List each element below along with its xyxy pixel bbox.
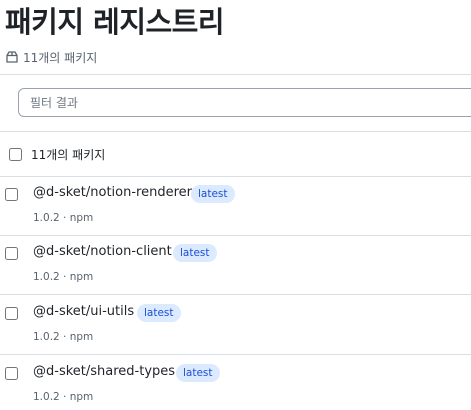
latest-badge: latest bbox=[173, 244, 217, 262]
package-count-text: 11개의 패키지 bbox=[23, 50, 98, 65]
package-checkbox[interactable] bbox=[5, 247, 18, 260]
select-all-checkbox[interactable] bbox=[9, 148, 22, 161]
package-name-link[interactable]: @d-sket/notion-client bbox=[33, 244, 172, 259]
package-meta: 1.0.2 · npm bbox=[33, 331, 94, 343]
latest-badge: latest bbox=[176, 364, 220, 382]
package-registry-page: 패키지 레지스트리 11개의 패키지 11개의 패키지 @d-sket/noti… bbox=[0, 0, 471, 410]
package-meta: 1.0.2 · npm bbox=[33, 271, 94, 283]
package-checkbox[interactable] bbox=[5, 307, 18, 320]
package-checkbox[interactable] bbox=[5, 367, 18, 380]
latest-badge: latest bbox=[191, 185, 235, 203]
package-icon bbox=[5, 50, 19, 64]
divider bbox=[0, 354, 471, 355]
package-meta: 1.0.2 · npm bbox=[33, 391, 94, 403]
package-name-link[interactable]: @d-sket/ui-utils bbox=[33, 304, 134, 319]
page-title: 패키지 레지스트리 bbox=[5, 5, 225, 39]
package-row: @d-sket/notion-renderer latest 1.0.2 · n… bbox=[0, 177, 471, 235]
package-name-link[interactable]: @d-sket/notion-renderer bbox=[33, 185, 192, 200]
divider bbox=[0, 131, 471, 132]
divider bbox=[0, 74, 471, 75]
package-name-link[interactable]: @d-sket/shared-types bbox=[33, 364, 175, 379]
package-checkbox[interactable] bbox=[5, 188, 18, 201]
latest-badge: latest bbox=[137, 304, 181, 322]
filter-input[interactable] bbox=[18, 88, 471, 117]
list-count-label: 11개의 패키지 bbox=[31, 148, 106, 162]
package-count-summary: 11개의 패키지 bbox=[5, 48, 97, 66]
divider bbox=[0, 294, 471, 295]
package-row: @d-sket/ui-utils latest 1.0.2 · npm bbox=[0, 296, 471, 354]
package-meta: 1.0.2 · npm bbox=[33, 212, 94, 224]
package-row: @d-sket/notion-client latest 1.0.2 · npm bbox=[0, 236, 471, 294]
package-row: @d-sket/shared-types latest 1.0.2 · npm bbox=[0, 356, 471, 410]
